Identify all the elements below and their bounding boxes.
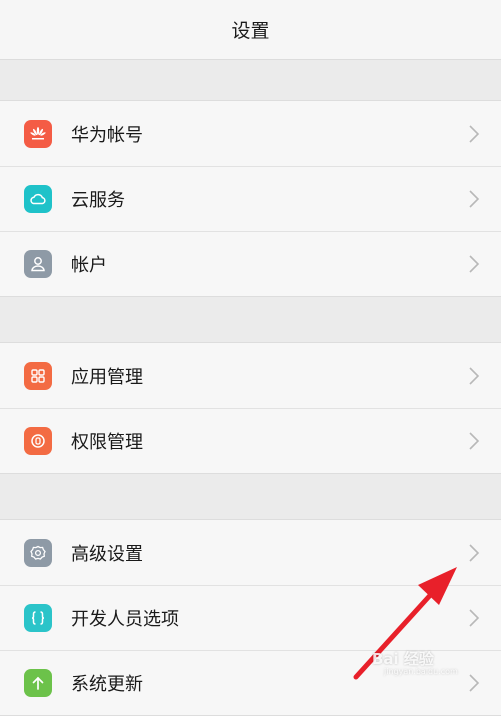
settings-item-label: 应用管理 xyxy=(71,366,143,388)
chevron-right-icon xyxy=(467,254,481,274)
watermark-text: Bai 经验 xyxy=(372,650,434,668)
chevron-right-icon xyxy=(467,124,481,144)
huawei-logo-icon xyxy=(24,119,52,148)
gear-icon xyxy=(24,538,52,567)
braces-icon xyxy=(24,603,52,632)
settings-item-developer-options[interactable]: 开发人员选项 xyxy=(0,585,501,650)
settings-item-app-management[interactable]: 应用管理 xyxy=(0,343,501,408)
watermark: Bai 经验 jingyan.baidu.com xyxy=(372,648,458,676)
settings-group-system: 高级设置 开发人员选项 系统更新 xyxy=(0,519,501,716)
chevron-right-icon xyxy=(467,431,481,451)
settings-item-label: 华为帐号 xyxy=(71,124,143,146)
settings-item-huawei-id[interactable]: 华为帐号 xyxy=(0,101,501,166)
chevron-right-icon xyxy=(467,543,481,563)
settings-item-cloud-service[interactable]: 云服务 xyxy=(0,166,501,231)
settings-item-label: 权限管理 xyxy=(71,431,143,453)
chevron-right-icon xyxy=(467,673,481,693)
chevron-right-icon xyxy=(467,608,481,628)
settings-group-account: 华为帐号 云服务 帐户 xyxy=(0,100,501,297)
app-grid-icon xyxy=(24,361,52,390)
cloud-icon xyxy=(24,184,52,213)
settings-item-label: 云服务 xyxy=(71,189,125,211)
chevron-right-icon xyxy=(467,366,481,386)
permission-lock-icon xyxy=(24,426,52,455)
settings-item-accounts[interactable]: 帐户 xyxy=(0,231,501,296)
settings-item-advanced-settings[interactable]: 高级设置 xyxy=(0,520,501,585)
settings-item-label: 帐户 xyxy=(71,254,107,276)
chevron-right-icon xyxy=(467,189,481,209)
upload-arrow-icon xyxy=(24,668,52,697)
settings-item-label: 开发人员选项 xyxy=(71,608,179,630)
page-title: 设置 xyxy=(231,20,270,42)
settings-item-permission-management[interactable]: 权限管理 xyxy=(0,408,501,473)
settings-item-label: 高级设置 xyxy=(71,543,143,565)
title-bar: 设置 xyxy=(0,0,501,60)
user-icon xyxy=(24,249,52,278)
watermark-subtext: jingyan.baidu.com xyxy=(384,667,458,676)
settings-group-apps: 应用管理 权限管理 xyxy=(0,342,501,474)
